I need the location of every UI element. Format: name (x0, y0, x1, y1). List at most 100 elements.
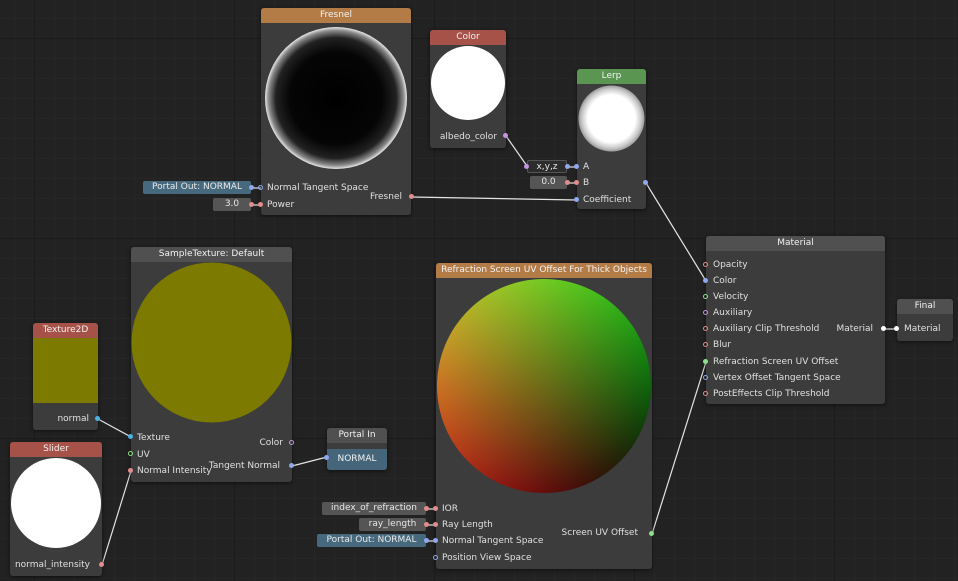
lerp-a-pin[interactable] (574, 164, 579, 169)
lerp-input-b-label: B (583, 178, 590, 188)
texture2d-output-label: normal (57, 414, 89, 424)
refraction-ior-pin[interactable] (433, 506, 438, 511)
sample-texture-tangent-normal-pin[interactable] (289, 463, 294, 468)
color-preview (430, 45, 506, 121)
fresnel-normal-pin[interactable] (258, 185, 263, 190)
fresnel-node-title[interactable]: Fresnel (261, 8, 411, 23)
fresnel-preview (261, 23, 411, 173)
fresnel-power-value-chip[interactable]: 3.0 (213, 198, 251, 211)
texture2d-node-title[interactable]: Texture2D (33, 323, 98, 338)
material-input-vertex-offset-label: Vertex Offset Tangent Space (713, 373, 841, 383)
material-aux-clip-pin[interactable] (703, 326, 708, 331)
sample-texture-texture-pin[interactable] (128, 434, 133, 439)
wire-tangent-normal-to-portal-in (291, 456, 328, 467)
final-node[interactable]: Final Material (897, 299, 953, 341)
wire-fresnel-to-coefficient (410, 196, 578, 201)
lerp-input-a-label: A (583, 162, 590, 172)
lerp-swizzle-in-pin[interactable] (524, 164, 529, 169)
material-node-title[interactable]: Material (706, 236, 885, 251)
material-input-velocity-label: Velocity (713, 292, 749, 302)
material-blur-pin[interactable] (703, 342, 708, 347)
material-input-color-label: Color (713, 276, 737, 286)
refraction-portal-out-chip[interactable]: Portal Out: NORMAL (317, 534, 426, 547)
fresnel-node[interactable]: Fresnel Fresnel Normal Tangent Space Pow… (261, 8, 411, 215)
lerp-output-pin[interactable] (643, 180, 648, 185)
lerp-node[interactable]: Lerp A B Coefficient (577, 69, 646, 209)
fresnel-portal-out-chip-pin[interactable] (249, 185, 254, 190)
final-input-label: Material (904, 324, 941, 334)
refraction-ray-length-chip[interactable]: ray_length (359, 518, 426, 531)
slider-output-label: normal_intensity (14, 560, 90, 570)
sample-texture-output-tangent-label: Tangent Normal (208, 461, 280, 471)
texture2d-preview (33, 338, 98, 403)
sample-texture-normal-intensity-pin[interactable] (128, 468, 133, 473)
lerp-swizzle-chip[interactable]: x,y,z (527, 160, 567, 173)
refraction-input-normal-label: Normal Tangent Space (442, 536, 544, 546)
refraction-normal-pin[interactable] (433, 538, 438, 543)
refraction-input-ray-length-label: Ray Length (442, 520, 493, 530)
wire-texture2d-to-texture (97, 418, 132, 438)
lerp-swizzle-out-pin[interactable] (565, 164, 570, 169)
lerp-coefficient-pin[interactable] (574, 197, 579, 202)
sample-texture-color-pin[interactable] (289, 440, 294, 445)
material-color-pin[interactable] (703, 278, 708, 283)
wire-slider-to-normal-intensity (101, 470, 132, 566)
refraction-portal-out-chip-pin[interactable] (424, 538, 429, 543)
sample-texture-input-uv-label: UV (137, 450, 150, 460)
final-input-pin[interactable] (894, 326, 899, 331)
color-output-pin[interactable] (503, 133, 508, 138)
material-refraction-pin[interactable] (703, 359, 708, 364)
refraction-node[interactable]: Refraction Screen UV Offset For Thick Ob… (436, 263, 652, 569)
material-posteffects-pin[interactable] (703, 391, 708, 396)
lerp-node-title[interactable]: Lerp (577, 69, 646, 84)
fresnel-input-power-label: Power (267, 200, 295, 210)
slider-preview (10, 457, 102, 549)
portal-in-value[interactable]: NORMAL (327, 449, 387, 470)
portal-in-node[interactable]: Portal In NORMAL (327, 428, 387, 470)
fresnel-power-value-chip-pin[interactable] (249, 202, 254, 207)
material-opacity-pin[interactable] (703, 262, 708, 267)
color-node-title[interactable]: Color (430, 30, 506, 45)
refraction-preview (436, 278, 652, 494)
portal-in-input-pin[interactable] (324, 455, 329, 460)
refraction-ior-chip-pin[interactable] (424, 506, 429, 511)
portal-in-node-title[interactable]: Portal In (327, 428, 387, 443)
lerp-swizzle-text: x,y,z (536, 162, 558, 172)
sample-texture-node-title[interactable]: SampleTexture: Default (131, 247, 292, 262)
fresnel-power-pin[interactable] (258, 202, 263, 207)
refraction-node-title[interactable]: Refraction Screen UV Offset For Thick Ob… (436, 263, 652, 278)
color-node[interactable]: Color albedo_color (430, 30, 506, 148)
sample-texture-uv-pin[interactable] (128, 451, 133, 456)
fresnel-portal-out-chip[interactable]: Portal Out: NORMAL (143, 181, 251, 194)
refraction-position-pin[interactable] (433, 555, 438, 560)
final-node-title[interactable]: Final (897, 299, 953, 314)
refraction-ray-length-chip-pin[interactable] (424, 522, 429, 527)
refraction-ior-chip[interactable]: index_of_refraction (322, 502, 426, 515)
slider-output-pin[interactable] (99, 562, 104, 567)
material-auxiliary-pin[interactable] (703, 310, 708, 315)
material-node[interactable]: Material Opacity Color Velocity Auxiliar… (706, 236, 885, 404)
texture2d-node[interactable]: Texture2D normal (33, 323, 98, 430)
slider-node-title[interactable]: Slider (10, 442, 102, 457)
sample-texture-input-texture-label: Texture (137, 433, 170, 443)
material-vertex-offset-pin[interactable] (703, 375, 708, 380)
fresnel-input-normal-label: Normal Tangent Space (267, 183, 369, 193)
refraction-output-pin[interactable] (649, 531, 654, 536)
material-output-pin[interactable] (881, 326, 886, 331)
sample-texture-preview (131, 262, 292, 423)
color-output-label: albedo_color (439, 132, 497, 142)
sample-texture-node[interactable]: SampleTexture: Default Texture UV Normal… (131, 247, 292, 482)
lerp-b-value-chip-pin[interactable] (565, 180, 570, 185)
wire-albedo-to-swizzle (505, 135, 528, 167)
wire-lerp-to-material-color (645, 182, 707, 282)
refraction-ray-length-pin[interactable] (433, 522, 438, 527)
lerp-preview (577, 84, 646, 153)
lerp-b-pin[interactable] (574, 180, 579, 185)
material-input-aux-clip-label: Auxiliary Clip Threshold (713, 324, 820, 334)
fresnel-output-pin[interactable] (409, 194, 414, 199)
texture2d-output-pin[interactable] (95, 416, 100, 421)
material-input-posteffects-label: PostEffects Clip Threshold (713, 389, 830, 399)
lerp-b-value-chip[interactable]: 0.0 (530, 176, 567, 189)
slider-node[interactable]: Slider normal_intensity (10, 442, 102, 576)
material-velocity-pin[interactable] (703, 294, 708, 299)
